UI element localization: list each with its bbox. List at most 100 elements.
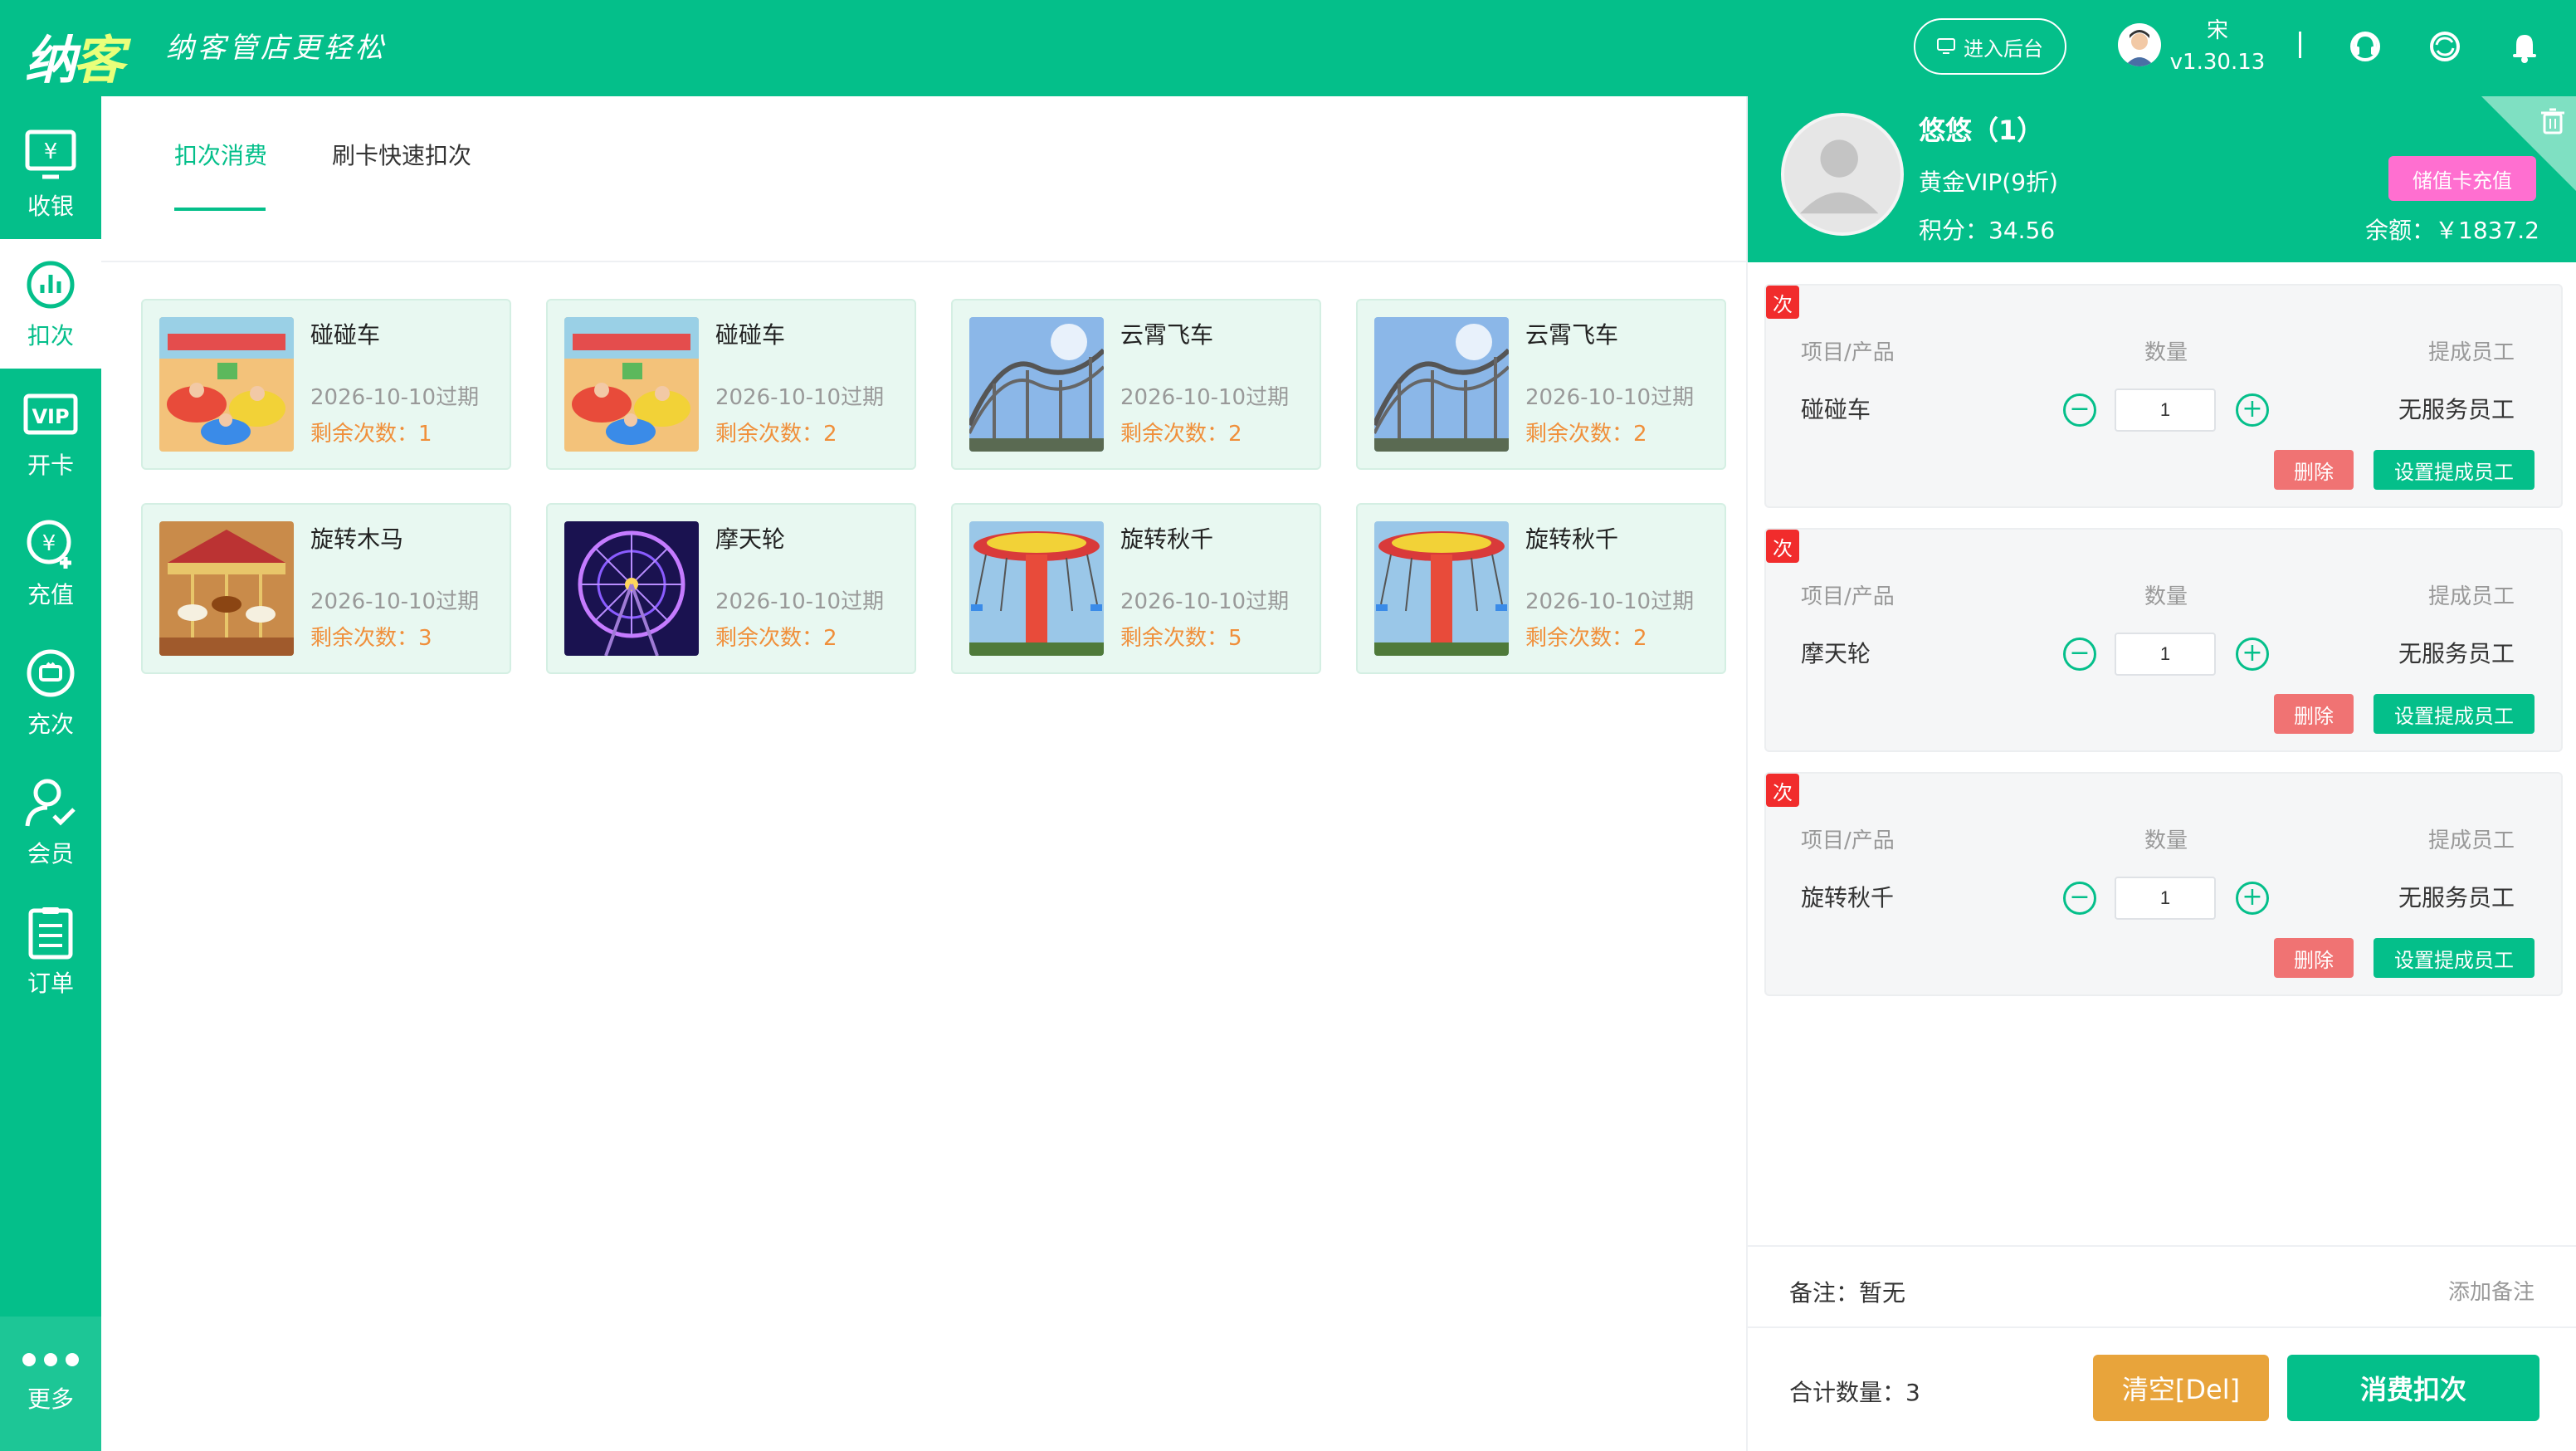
order-item-card: 次项目/产品 数量 提成员工摩天轮 − + 无服务员工删除设置提成员工: [1764, 528, 2563, 752]
product-remaining: 剩余次数：2: [715, 626, 837, 651]
header-item: 项目/产品: [1801, 340, 1895, 365]
product-thumbnail: [159, 317, 294, 452]
set-commission-staff-button[interactable]: 设置提成员工: [2374, 450, 2535, 490]
delete-item-button[interactable]: 删除: [2274, 450, 2354, 490]
sidebar-item-label: 充次: [27, 711, 74, 738]
qty-decrease-button[interactable]: −: [2063, 393, 2096, 427]
header-item: 项目/产品: [1801, 828, 1895, 853]
header-item: 项目/产品: [1801, 584, 1895, 609]
vip-card-icon: VIP: [23, 393, 78, 435]
enter-admin-label: 进入后台: [1964, 37, 2043, 61]
user-avatar[interactable]: [2118, 23, 2161, 66]
svg-text:VIP: VIP: [32, 405, 69, 428]
member-balance: 余额：￥1837.2: [2365, 217, 2539, 244]
times-badge: 次: [1766, 530, 1799, 563]
qty-increase-button[interactable]: +: [2236, 638, 2269, 671]
add-note-button[interactable]: 添加备注: [2448, 1275, 2535, 1306]
product-thumbnail: [564, 521, 699, 656]
product-expire: 2026-10-10过期: [715, 589, 885, 614]
header-staff: 提成员工: [2427, 340, 2515, 365]
sidebar-more[interactable]: 更多: [0, 1317, 101, 1451]
product-thumbnail: [969, 317, 1104, 452]
order-item-staff: 无服务员工: [2398, 640, 2515, 667]
product-expire: 2026-10-10过期: [1525, 385, 1695, 410]
chart-circle-icon: [27, 261, 75, 309]
consume-deduct-button[interactable]: 消费扣次: [2287, 1355, 2539, 1421]
sidebar-item-recharge[interactable]: ¥ 充值: [0, 498, 101, 628]
header-staff: 提成员工: [2427, 828, 2515, 853]
product-name: 旋转秋千: [1120, 525, 1214, 553]
product-name: 摩天轮: [715, 525, 786, 553]
product-name: 旋转秋千: [1525, 525, 1619, 553]
support-icon[interactable]: [2345, 27, 2385, 66]
qty-input[interactable]: [2115, 388, 2216, 432]
product-remaining: 剩余次数：1: [310, 422, 432, 447]
header-qty: 数量: [2144, 340, 2188, 365]
qty-input[interactable]: [2115, 633, 2216, 676]
sidebar-item-open-card[interactable]: VIP 开卡: [0, 369, 101, 498]
set-commission-staff-button[interactable]: 设置提成员工: [2374, 694, 2535, 734]
main-panel: 扣次消费 刷卡快速扣次 碰碰车 2026-10-10过期 剩余次数：1 碰碰车 2026…: [101, 96, 1746, 1451]
set-commission-staff-button[interactable]: 设置提成员工: [2374, 938, 2535, 978]
order-item-staff: 无服务员工: [2398, 884, 2515, 911]
product-card[interactable]: 云霄飞车 2026-10-10过期 剩余次数：2: [1356, 299, 1726, 470]
member-points: 积分：34.56: [1919, 217, 2056, 244]
product-name: 云霄飞车: [1120, 321, 1214, 349]
trash-icon[interactable]: [2536, 105, 2569, 138]
qty-decrease-button[interactable]: −: [2063, 638, 2096, 671]
order-list-icon: [28, 907, 73, 960]
cash-register-icon: ¥: [25, 129, 76, 179]
product-expire: 2026-10-10过期: [1120, 385, 1290, 410]
sidebar-item-member[interactable]: 会员: [0, 757, 101, 887]
total-quantity: 合计数量：3: [1789, 1379, 1920, 1406]
order-item-card: 次项目/产品 数量 提成员工碰碰车 − + 无服务员工删除设置提成员工: [1764, 284, 2563, 508]
product-card[interactable]: 碰碰车 2026-10-10过期 剩余次数：2: [546, 299, 916, 470]
product-card[interactable]: 云霄飞车 2026-10-10过期 剩余次数：2: [951, 299, 1321, 470]
enter-admin-button[interactable]: 进入后台: [1914, 18, 2066, 75]
note-bar: 备注：暂无 添加备注: [1748, 1245, 2576, 1328]
product-card[interactable]: 旋转秋千 2026-10-10过期 剩余次数：5: [951, 503, 1321, 674]
bell-icon[interactable]: [2505, 27, 2544, 66]
header-qty: 数量: [2144, 584, 2188, 609]
product-remaining: 剩余次数：2: [715, 422, 837, 447]
tab-deduct-consume[interactable]: 扣次消费: [174, 138, 267, 171]
app-version: v1.30.13: [2169, 50, 2266, 75]
tab-swipe-card-quick[interactable]: 刷卡快速扣次: [332, 138, 471, 171]
clear-button[interactable]: 清空[Del]: [2093, 1355, 2269, 1421]
app-logo: 纳客: [25, 30, 124, 90]
top-bar: 纳客 纳客管店更轻松 进入后台 宋 v1.30.13: [0, 0, 2576, 96]
svg-text:¥: ¥: [42, 531, 56, 556]
member-name: 悠悠（1）: [1919, 115, 2044, 146]
times-badge: 次: [1766, 286, 1799, 319]
product-card[interactable]: 摩天轮 2026-10-10过期 剩余次数：2: [546, 503, 916, 674]
sidebar-item-label: 扣次: [27, 322, 74, 349]
product-thumbnail: [969, 521, 1104, 656]
product-remaining: 剩余次数：3: [310, 626, 432, 651]
sidebar-item-deduct[interactable]: 扣次: [0, 239, 101, 369]
qty-input[interactable]: [2115, 877, 2216, 920]
user-name: 宋: [2206, 18, 2228, 43]
product-expire: 2026-10-10过期: [310, 589, 480, 614]
sidebar-item-orders[interactable]: 订单: [0, 887, 101, 1016]
product-name: 旋转木马: [310, 525, 404, 553]
monitor-icon: [1937, 38, 1955, 54]
sidebar-item-refill-times[interactable]: 充次: [0, 628, 101, 757]
sync-icon[interactable]: [2425, 27, 2465, 66]
product-card[interactable]: 旋转秋千 2026-10-10过期 剩余次数：2: [1356, 503, 1726, 674]
product-card[interactable]: 碰碰车 2026-10-10过期 剩余次数：1: [141, 299, 511, 470]
product-remaining: 剩余次数：2: [1525, 422, 1647, 447]
product-card[interactable]: 旋转木马 2026-10-10过期 剩余次数：3: [141, 503, 511, 674]
sidebar-item-cashier[interactable]: ¥ 收银: [0, 110, 101, 239]
product-expire: 2026-10-10过期: [310, 385, 480, 410]
qty-increase-button[interactable]: +: [2236, 393, 2269, 427]
more-dots-icon: [22, 1353, 79, 1366]
delete-item-button[interactable]: 删除: [2274, 938, 2354, 978]
qty-decrease-button[interactable]: −: [2063, 882, 2096, 915]
qty-increase-button[interactable]: +: [2236, 882, 2269, 915]
product-expire: 2026-10-10过期: [715, 385, 885, 410]
stored-value-recharge-button[interactable]: 储值卡充值: [2388, 156, 2536, 201]
member-info: 悠悠（1） 黄金VIP(9折) 积分：34.56 余额：￥1837.2 储值卡充…: [1748, 96, 2576, 262]
delete-item-button[interactable]: 删除: [2274, 694, 2354, 734]
user-info: 宋 v1.30.13: [2168, 15, 2267, 78]
tab-active-indicator: [174, 208, 266, 211]
